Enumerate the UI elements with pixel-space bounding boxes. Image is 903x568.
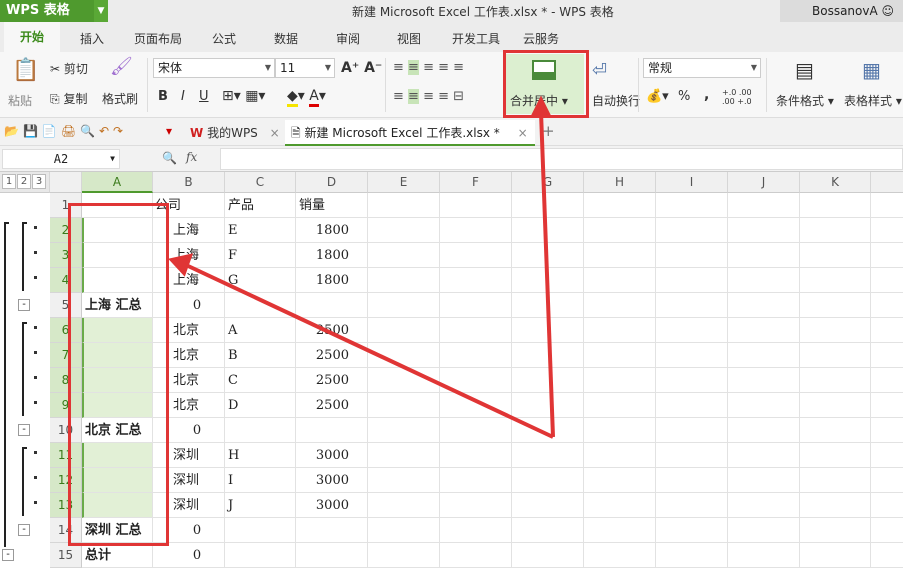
annotation-arrow-left: [185, 263, 554, 439]
annotation-box-column-a: [68, 203, 169, 546]
annotation-box-merge: [503, 50, 589, 118]
arrowhead-left: [168, 253, 194, 277]
annotation-arrow-up: [539, 111, 555, 438]
